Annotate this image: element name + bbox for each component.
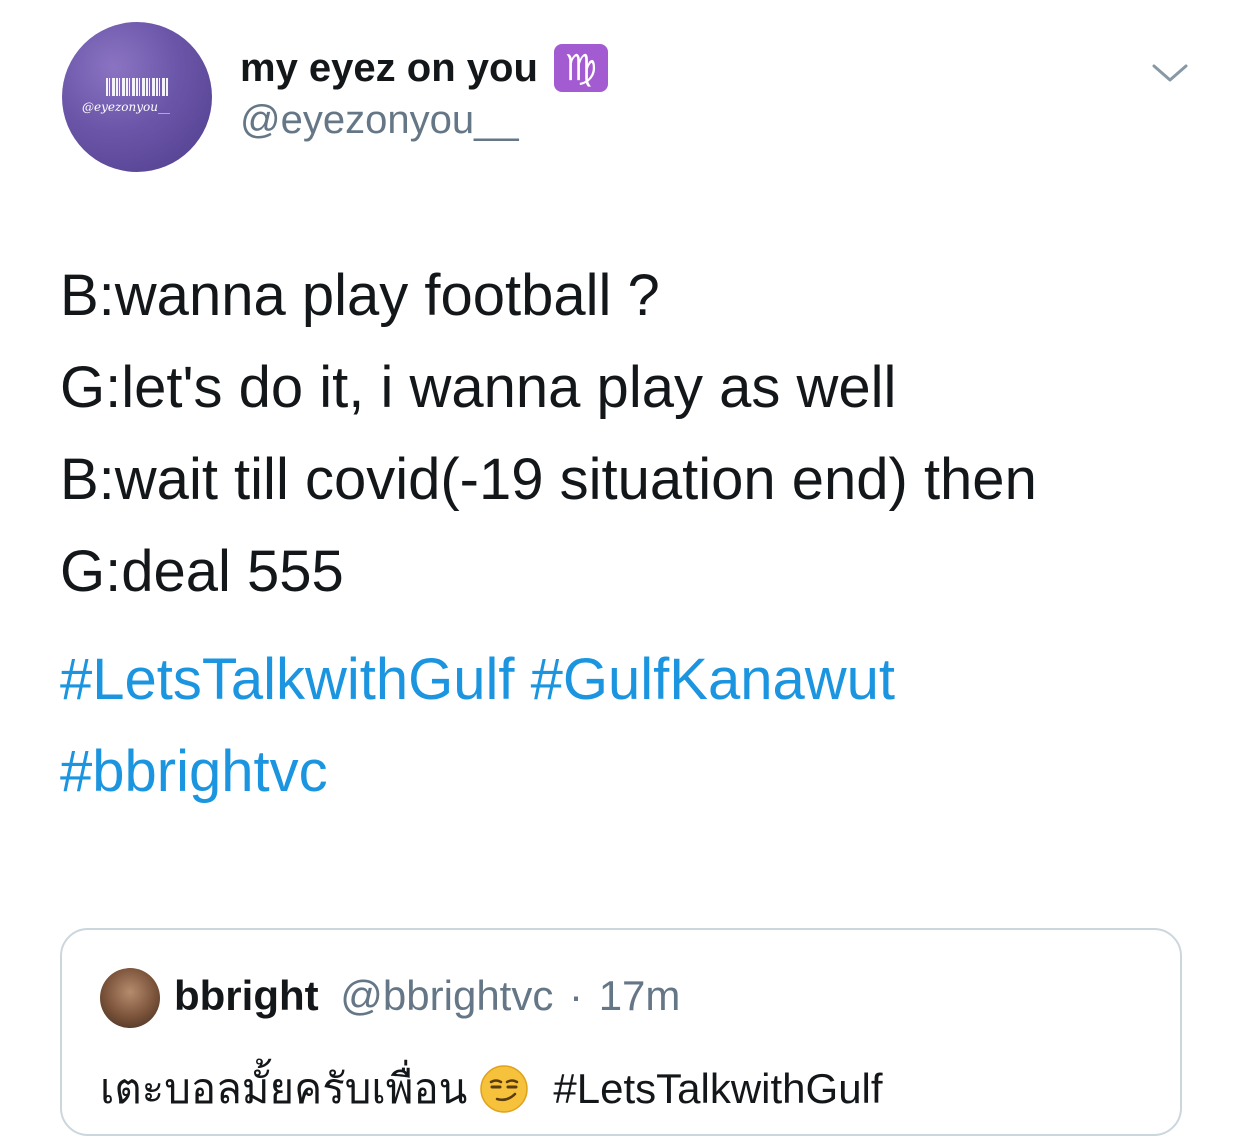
avatar-logo-text: @eyezonyou__ bbox=[82, 100, 170, 114]
tweet-line: G:deal 555 bbox=[60, 539, 344, 604]
hashtag-link-bbrightvc[interactable]: #bbrightvc bbox=[60, 739, 328, 804]
hashtag-row: #bbrightvc bbox=[60, 726, 1200, 818]
hashtag-row: #LetsTalkwithGulf #GulfKanawut bbox=[60, 634, 1200, 726]
author-avatar[interactable]: @eyezonyou__ bbox=[62, 22, 212, 172]
quoted-text-thai: เตะบอลมั้ยครับเพื่อน bbox=[100, 1065, 468, 1112]
quoted-author-handle[interactable]: @bbrightvc bbox=[340, 972, 553, 1019]
author-name-text: my eyez on you bbox=[240, 45, 538, 90]
dot-separator: · bbox=[569, 972, 584, 1019]
hashtag-link-gulfkanawut[interactable]: #GulfKanawut bbox=[531, 647, 895, 712]
hashtag-link-letstalkwithgulf[interactable]: #LetsTalkwithGulf bbox=[60, 647, 515, 712]
quoted-author-avatar[interactable] bbox=[100, 968, 160, 1028]
tweet-text: B:wanna play football ? G:let's do it, i… bbox=[60, 250, 1200, 618]
tweet-line: G:let's do it, i wanna play as well bbox=[60, 355, 897, 420]
quoted-author-name[interactable]: bbright bbox=[174, 972, 319, 1019]
author-display-name[interactable]: my eyez on you ♍ bbox=[240, 44, 608, 92]
chevron-down-icon[interactable] bbox=[1150, 58, 1190, 88]
quoted-tweet-text: เตะบอลมั้ยครับเพื่อน #LetsTalkwithGulf bbox=[100, 1056, 883, 1122]
barcode-icon bbox=[106, 78, 168, 96]
author-handle[interactable]: @eyezonyou__ bbox=[240, 98, 519, 143]
tweet-line: B:wait till covid(-19 situation end) the… bbox=[60, 447, 1037, 512]
tweet-line: B:wanna play football ? bbox=[60, 263, 660, 328]
quoted-hashtag[interactable]: #LetsTalkwithGulf bbox=[553, 1065, 882, 1113]
virgo-icon: ♍ bbox=[553, 44, 608, 92]
quoted-timestamp[interactable]: 17m bbox=[599, 972, 681, 1019]
tweet-hashtags: #LetsTalkwithGulf #GulfKanawut #bbrightv… bbox=[60, 634, 1200, 818]
quoted-tweet-header: bbright @bbrightvc · 17m bbox=[174, 972, 680, 1020]
quoted-tweet-card[interactable]: bbright @bbrightvc · 17m เตะบอลมั้ยครับเ… bbox=[60, 928, 1182, 1136]
tweet-header: @eyezonyou__ my eyez on you ♍ @eyezonyou… bbox=[0, 0, 1242, 190]
smirking-face-icon bbox=[480, 1065, 529, 1113]
